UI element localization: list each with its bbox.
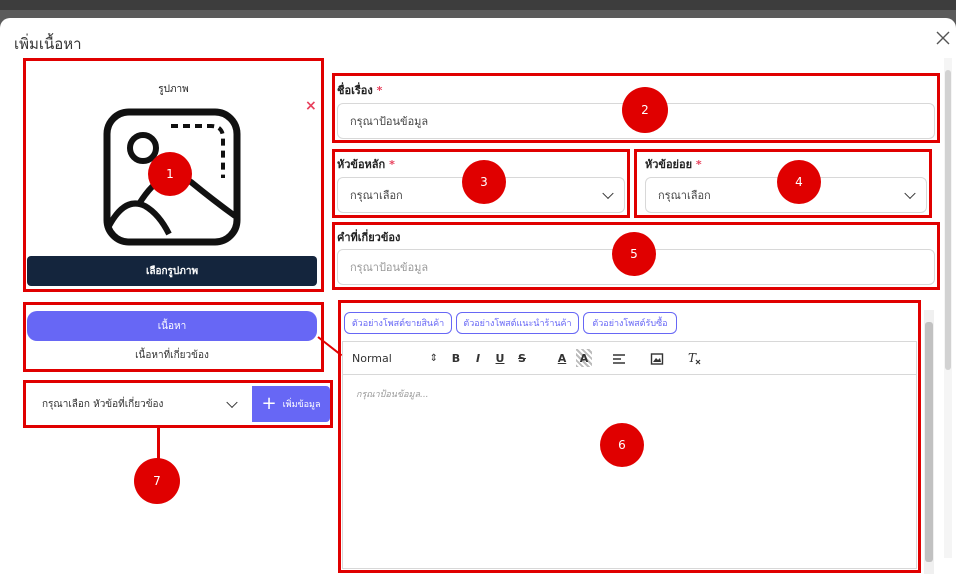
annotation-marker-5: 5 — [612, 232, 656, 276]
background-color-button[interactable]: A — [576, 349, 592, 367]
sub-topic-label: หัวข้อย่อย * — [645, 158, 702, 171]
remove-image-icon[interactable]: × — [305, 98, 317, 114]
scrollbar-right-thumb[interactable] — [945, 70, 951, 370]
annotation-marker-6: 6 — [600, 423, 644, 467]
underline-button[interactable]: U — [492, 349, 508, 367]
format-arrows-icon: ⇕ — [429, 352, 438, 364]
dialog-title: เพิ่มเนื้อหา — [14, 35, 82, 53]
annotation-marker-2: 2 — [622, 87, 668, 133]
chevron-down-icon — [226, 396, 238, 409]
sub-topic-value: กรุณาเลือก — [658, 189, 711, 202]
scrollbar-thumb[interactable] — [925, 322, 933, 562]
italic-button[interactable]: I — [470, 349, 486, 367]
text-color-button[interactable]: A — [554, 349, 570, 367]
align-icon[interactable] — [612, 351, 628, 365]
required-mark: * — [389, 158, 395, 171]
keywords-input-placeholder: กรุณาป้อนข้อมูล — [350, 261, 429, 274]
annotation-marker-7: 7 — [134, 458, 180, 504]
title-input-placeholder: กรุณาป้อนข้อมูล — [350, 115, 429, 128]
add-data-label: เพิ่มข้อมูล — [282, 400, 321, 410]
chevron-down-icon — [602, 187, 614, 200]
tab-content[interactable]: เนื้อหา — [27, 311, 317, 341]
annotation-marker-3: 3 — [462, 160, 506, 204]
bold-button[interactable]: B — [448, 349, 464, 367]
related-select-value: กรุณาเลือก หัวข้อที่เกี่ยวข้อง — [42, 399, 164, 410]
main-topic-label: หัวข้อหลัก * — [337, 158, 395, 171]
svg-text:T: T — [688, 351, 697, 365]
required-mark: * — [695, 158, 702, 171]
annotation-marker-1: 1 — [148, 152, 192, 196]
format-select[interactable]: Normal ⇕ — [352, 349, 438, 367]
main-topic-value: กรุณาเลือก — [350, 189, 403, 202]
keywords-label: คำที่เกี่ยวข้อง — [337, 231, 401, 244]
annotation-marker-4: 4 — [777, 160, 821, 204]
close-icon[interactable] — [933, 30, 953, 50]
tab-related-content[interactable]: เนื้อหาที่เกี่ยวข้อง — [27, 348, 317, 363]
clear-format-icon[interactable]: T — [686, 350, 702, 366]
template-chip-sell[interactable]: ตัวอย่างโพสต์ขายสินค้า — [344, 312, 452, 334]
required-mark: * — [376, 84, 383, 97]
template-chip-shop[interactable]: ตัวอย่างโพสต์แนะนำร้านค้า — [456, 312, 579, 334]
connector-line-7 — [157, 428, 160, 460]
add-data-button[interactable]: + เพิ่มข้อมูล — [252, 386, 330, 422]
chevron-down-icon — [904, 187, 916, 200]
background-top — [0, 0, 956, 10]
image-label: รูปภาพ — [158, 84, 189, 95]
choose-image-button[interactable]: เลือกรูปภาพ — [27, 256, 317, 286]
format-select-value: Normal — [352, 351, 392, 365]
plus-icon: + — [261, 393, 277, 414]
related-select[interactable]: กรุณาเลือก หัวข้อที่เกี่ยวข้อง — [30, 387, 250, 421]
title-label: ชื่อเรื่อง * — [337, 84, 383, 97]
template-chip-buy[interactable]: ตัวอย่างโพสต์รับซื้อ — [583, 312, 677, 334]
image-insert-icon[interactable] — [650, 351, 666, 365]
editor-placeholder[interactable]: กรุณาป้อนข้อมูล... — [356, 387, 429, 401]
strike-button[interactable]: S — [514, 349, 530, 367]
